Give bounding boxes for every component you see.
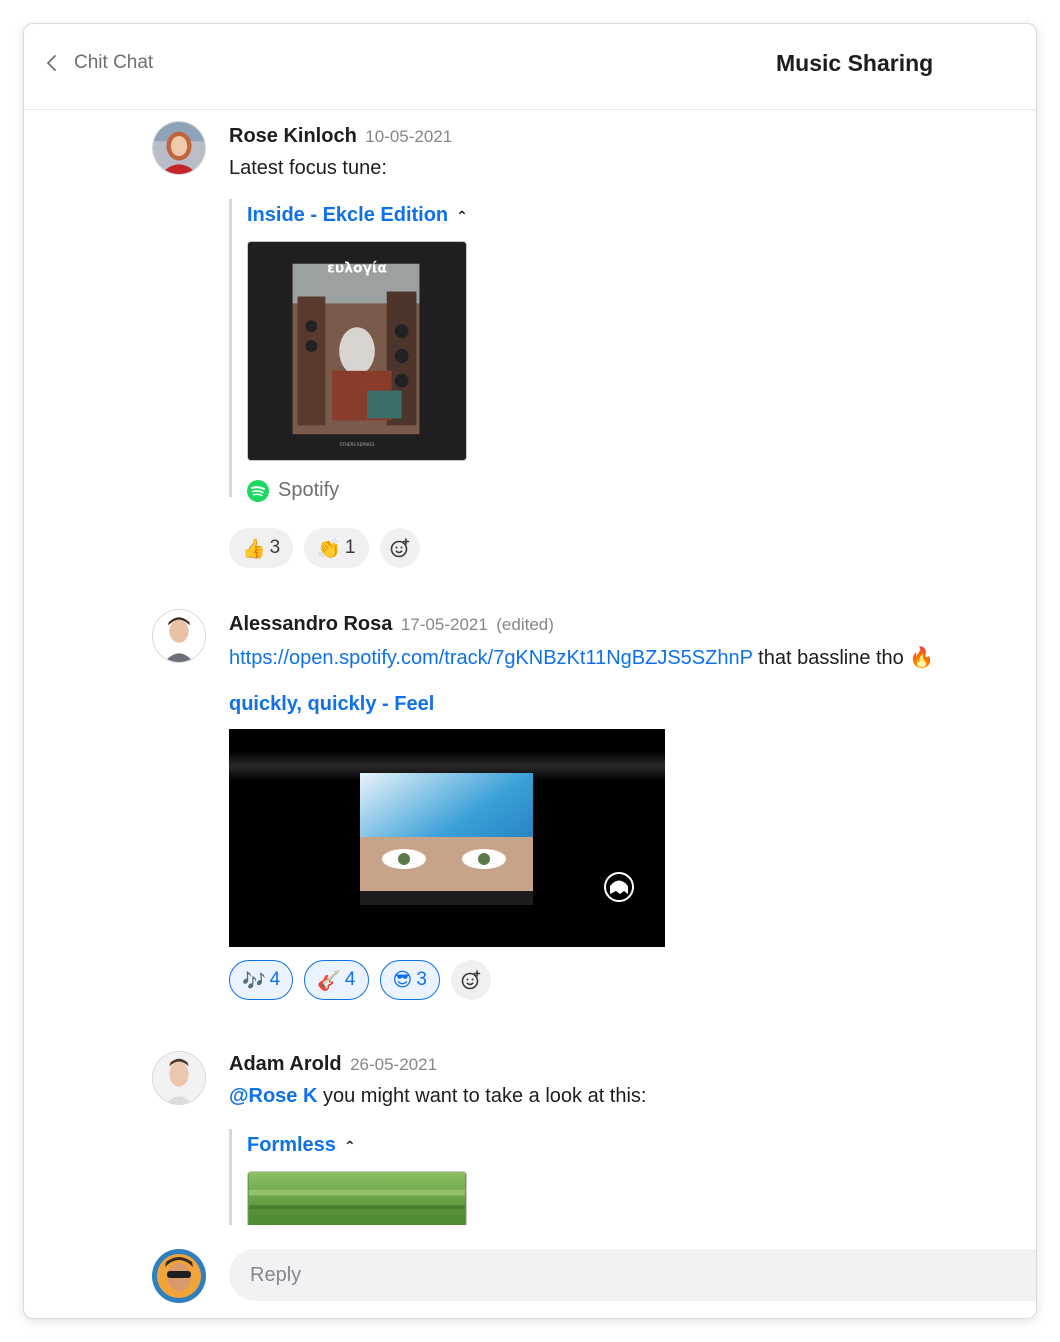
album-cover-image: ευλογία OTHERS REMIXES — [248, 242, 466, 460]
video-thumbnail — [229, 729, 665, 947]
reply-box — [229, 1249, 1036, 1301]
reaction-count: 3 — [269, 537, 281, 558]
album-title: ευλογία — [327, 261, 387, 277]
reactions: 👍 3 👏 1 — [229, 528, 420, 568]
message-date: 26-05-2021 — [350, 1055, 438, 1074]
message-date: 17-05-2021 — [400, 615, 488, 634]
message-text: https://open.spotify.com/track/7gKNBzKt1… — [229, 645, 934, 670]
reaction-emoji: 👏 — [317, 537, 341, 560]
embed-title[interactable]: Inside - Ekcle Edition ⌃ — [247, 204, 468, 227]
spotify-link[interactable]: https://open.spotify.com/track/7gKNBzKt1… — [229, 647, 753, 669]
link-embed: Formless ⌃ — [229, 1129, 489, 1225]
add-reaction-button[interactable] — [450, 960, 491, 1000]
chat-window: Chit Chat Music Sharing Rose Kinloch 10-… — [23, 23, 1037, 1319]
avatar[interactable] — [152, 609, 206, 663]
message-meta: Rose Kinloch 10-05-2021 — [229, 125, 452, 148]
add-emoji-icon — [461, 970, 481, 990]
provider-name: Spotify — [278, 479, 340, 501]
add-emoji-icon — [390, 538, 409, 558]
message-text-after: you might want to take a look at this: — [317, 1085, 647, 1107]
avatar-photo-icon — [153, 610, 205, 662]
author-name[interactable]: Adam Arold — [229, 1053, 342, 1075]
link-embed: Inside - Ekcle Edition ⌃ ευλογία OTHERS … — [229, 199, 489, 502]
message-body: Adam Arold 26-05-2021 @Rose K you might … — [229, 1053, 646, 1108]
reaction-sunglasses[interactable]: 😎 3 — [379, 960, 440, 1000]
embed-title[interactable]: quickly, quickly - Feel — [229, 693, 434, 716]
chevron-up-icon[interactable]: ⌃ — [456, 208, 468, 224]
reaction-music-notes[interactable]: 🎶 4 — [229, 960, 294, 1000]
spotify-icon — [247, 479, 269, 502]
avatar-photo-icon — [153, 1052, 205, 1104]
reaction-emoji: 😎 — [392, 969, 413, 991]
message-body: Rose Kinloch 10-05-2021 Latest focus tun… — [229, 125, 452, 180]
add-reaction-button[interactable] — [379, 528, 420, 568]
channel-header: Chit Chat Music Sharing — [24, 24, 1036, 110]
user-mention[interactable]: @Rose K — [229, 1085, 317, 1107]
author-name[interactable]: Alessandro Rosa — [229, 613, 392, 635]
album-art[interactable] — [247, 1171, 467, 1225]
embed-title-text: Formless — [247, 1134, 336, 1156]
reaction-count: 1 — [344, 537, 356, 558]
message-meta: Alessandro Rosa 17-05-2021 (edited) — [229, 613, 934, 636]
album-art[interactable]: ευλογία OTHERS REMIXES — [247, 241, 467, 461]
avatar-photo-icon — [153, 122, 205, 174]
album-cover-image — [248, 1172, 466, 1225]
avatar[interactable] — [152, 121, 206, 175]
message-text: Latest focus tune: — [229, 157, 387, 179]
reactions: 🎶 4 🎸 4 😎 3 — [229, 960, 491, 1000]
album-subtitle: OTHERS REMIXES — [339, 442, 375, 447]
reaction-emoji: 🎶 — [242, 969, 266, 992]
embed-provider: Spotify — [247, 479, 339, 502]
message-body: Alessandro Rosa 17-05-2021 (edited) http… — [229, 613, 934, 670]
edited-label: (edited) — [496, 615, 554, 634]
reaction-count: 3 — [416, 969, 427, 990]
message-date: 10-05-2021 — [365, 127, 453, 146]
reaction-guitar[interactable]: 🎸 4 — [304, 960, 369, 1000]
embed-title[interactable]: Formless ⌃ — [247, 1134, 356, 1157]
channel-title: Music Sharing — [776, 50, 934, 76]
chevron-up-icon[interactable]: ⌃ — [344, 1138, 356, 1154]
reaction-count: 4 — [344, 969, 356, 990]
video-embed[interactable] — [229, 729, 665, 947]
reaction-thumbs-up[interactable]: 👍 3 — [229, 528, 294, 568]
embed-title-text: Inside - Ekcle Edition — [247, 204, 449, 226]
author-name[interactable]: Rose Kinloch — [229, 125, 357, 147]
back-label: Chit Chat — [74, 52, 154, 73]
reaction-emoji: 👍 — [242, 537, 266, 560]
message-text-after: that bassline tho 🔥 — [752, 647, 935, 669]
reply-input[interactable] — [229, 1249, 1036, 1301]
current-user-avatar[interactable] — [152, 1249, 206, 1303]
reaction-clap[interactable]: 👏 1 — [304, 528, 369, 568]
message-meta: Adam Arold 26-05-2021 — [229, 1053, 646, 1076]
avatar-photo-icon — [152, 1249, 206, 1303]
reaction-emoji: 🎸 — [317, 969, 341, 992]
avatar[interactable] — [152, 1051, 206, 1105]
reaction-count: 4 — [269, 969, 281, 990]
back-button[interactable]: Chit Chat — [42, 52, 153, 74]
message-text: @Rose K you might want to take a look at… — [229, 1085, 646, 1108]
chevron-left-icon — [47, 55, 56, 71]
message-feed[interactable]: Rose Kinloch 10-05-2021 Latest focus tun… — [24, 111, 1036, 1225]
